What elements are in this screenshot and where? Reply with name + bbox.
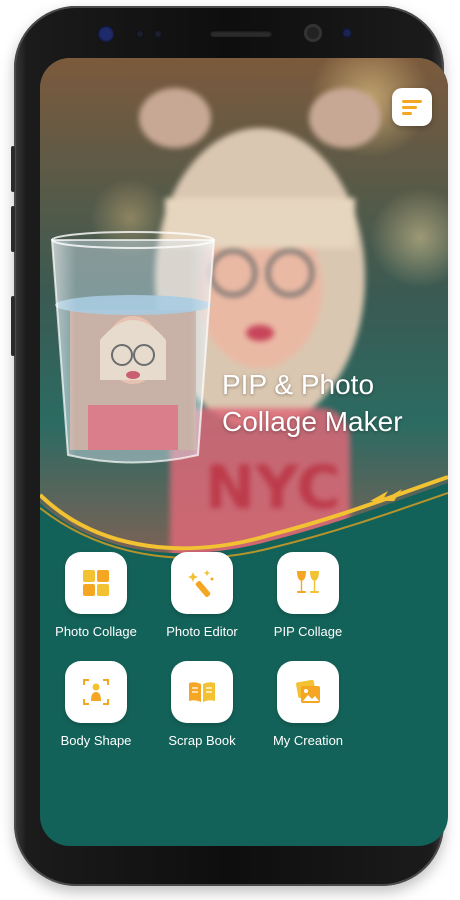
iris-camera <box>342 28 352 38</box>
phone-frame: NYC PIP & Photo Collage Maker <box>11 6 448 886</box>
scrap-book-tile[interactable] <box>171 661 233 723</box>
body-shape-tile[interactable] <box>65 661 127 723</box>
volume-down-button <box>11 206 15 252</box>
headline-line-1: PIP & Photo <box>222 369 375 400</box>
my-creation-tile[interactable] <box>277 661 339 723</box>
app-headline: PIP & Photo Collage Maker <box>222 366 442 440</box>
wine-glasses-icon <box>297 571 319 593</box>
open-book-icon <box>189 682 215 702</box>
scrap-book-button[interactable]: Scrap Book <box>150 661 254 748</box>
feature-grid: Photo Collage Photo Editor PIP Collage B… <box>44 552 390 748</box>
pip-collage-tile[interactable] <box>277 552 339 614</box>
body-shape-button[interactable]: Body Shape <box>44 661 148 748</box>
my-creation-button[interactable]: My Creation <box>256 661 360 748</box>
photo-editor-label: Photo Editor <box>166 624 238 639</box>
body-scan-icon <box>83 679 109 705</box>
photo-editor-button[interactable]: Photo Editor <box>150 552 254 639</box>
earpiece-speaker <box>210 30 272 37</box>
headline-line-2: Collage Maker <box>222 406 403 437</box>
menu-button[interactable] <box>392 88 432 126</box>
grid-icon <box>83 570 109 596</box>
front-camera <box>304 24 322 42</box>
proximity-sensor <box>136 30 144 38</box>
magic-wand-icon <box>188 570 214 598</box>
photo-collage-tile[interactable] <box>65 552 127 614</box>
photo-collage-label: Photo Collage <box>55 624 137 639</box>
pip-glass-image <box>50 231 216 464</box>
photo-editor-tile[interactable] <box>171 552 233 614</box>
menu-lines-icon <box>402 100 422 115</box>
pip-collage-label: PIP Collage <box>273 624 343 639</box>
body-shape-label: Body Shape <box>60 733 132 748</box>
pip-collage-button[interactable]: PIP Collage <box>256 552 360 639</box>
photo-collage-button[interactable]: Photo Collage <box>44 552 148 639</box>
my-creation-label: My Creation <box>272 733 344 748</box>
volume-up-button <box>11 146 15 192</box>
scrap-book-label: Scrap Book <box>168 733 236 748</box>
bixby-button <box>11 296 15 356</box>
light-sensor <box>154 30 162 38</box>
photo-stack-icon <box>296 679 320 703</box>
iris-scanner <box>98 26 114 42</box>
